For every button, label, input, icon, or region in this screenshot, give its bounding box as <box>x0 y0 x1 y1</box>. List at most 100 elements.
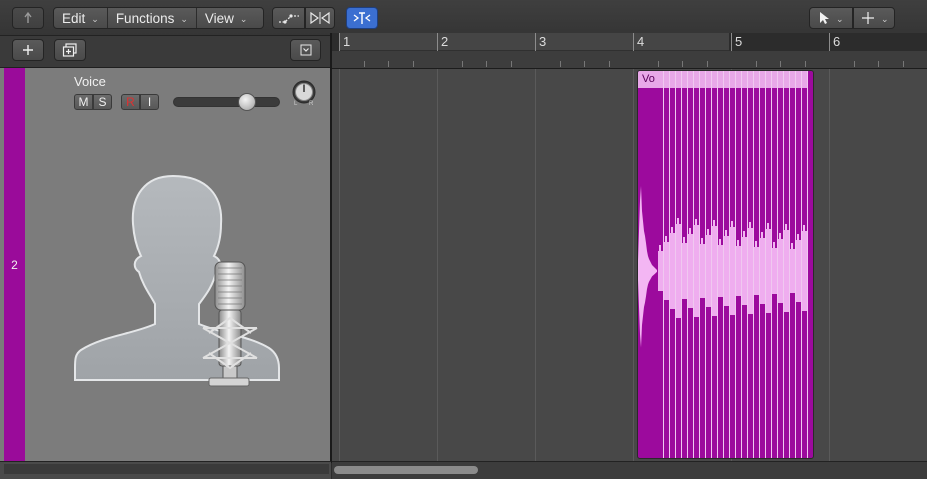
region-slice <box>688 71 694 458</box>
cycle-region-right[interactable] <box>729 33 927 51</box>
region-slice <box>724 71 730 458</box>
functions-menu-label: Functions <box>115 10 175 26</box>
bar-grid-line <box>437 69 438 461</box>
ruler-beat-tick <box>486 61 487 67</box>
horizontal-scrollbar-thumb[interactable] <box>334 466 478 474</box>
ruler-beat-tick <box>804 61 806 67</box>
pointer-tool-menu[interactable]: ⌄ <box>809 7 853 29</box>
ruler-beat-tick <box>608 61 610 67</box>
back-button[interactable] <box>12 7 44 29</box>
ruler-bar-label: 1 <box>343 34 351 49</box>
region-slice <box>790 71 796 458</box>
tracks-area[interactable]: Vo <box>332 69 927 461</box>
region-slice <box>664 71 670 458</box>
automation-curve-icon <box>278 14 299 24</box>
region-slice <box>742 71 748 458</box>
bar-grid-line <box>829 69 830 461</box>
region-slice <box>676 71 682 458</box>
collapse-down-icon <box>300 44 311 56</box>
ruler-bar-tick <box>633 33 634 51</box>
duplicate-track-button[interactable] <box>54 39 86 61</box>
region-slice <box>736 71 742 458</box>
menu-group: Edit ⌄ Functions ⌄ View ⌄ <box>53 7 264 29</box>
region-slice <box>766 71 772 458</box>
region-name: Vo <box>642 73 655 85</box>
pan-right-label: R <box>309 101 314 107</box>
record-enable-button[interactable]: R <box>121 94 140 110</box>
region-slice <box>670 71 676 458</box>
chevron-down-icon: ⌄ <box>180 13 188 24</box>
track-header[interactable]: 2 Voice M S R I L R <box>0 68 331 461</box>
ruler-beat-tick <box>461 61 463 67</box>
collapse-button[interactable] <box>290 39 321 61</box>
cycle-region[interactable] <box>332 33 339 51</box>
ruler-beat-tick <box>584 61 585 67</box>
plus-icon <box>23 45 33 55</box>
add-track-button[interactable] <box>12 39 44 61</box>
edit-menu[interactable]: Edit ⌄ <box>54 8 108 28</box>
crosshair-tool-icon <box>862 12 874 24</box>
ruler-beat-tick <box>706 61 708 67</box>
ruler-beat-tick <box>853 61 855 67</box>
ruler-bar-tick <box>339 33 340 51</box>
track-number: 2 <box>11 258 18 272</box>
ruler-bar-label: 3 <box>539 34 547 49</box>
region-slice <box>730 71 736 458</box>
mute-button[interactable]: M <box>74 94 93 110</box>
chevron-down-icon: ⌄ <box>239 13 248 24</box>
region-slice <box>748 71 754 458</box>
horizontal-scrollbar[interactable] <box>332 461 927 479</box>
region-waveform <box>638 71 808 458</box>
volume-slider[interactable] <box>173 93 280 111</box>
region-slice <box>706 71 712 458</box>
volume-slider-handle[interactable] <box>238 93 256 111</box>
ruler-beat-tick <box>780 61 781 67</box>
pan-knob[interactable]: L R <box>291 80 317 107</box>
ruler-beat-tick <box>412 61 414 67</box>
ruler-bar-label: 6 <box>833 34 841 49</box>
functions-menu[interactable]: Functions ⌄ <box>108 8 197 28</box>
footer-bar <box>4 464 329 474</box>
ruler-beat-tick <box>902 61 904 67</box>
pointer-tool-icon <box>820 12 829 24</box>
automation-button[interactable] <box>272 7 305 29</box>
input-monitor-button[interactable]: I <box>140 94 159 110</box>
view-menu[interactable]: View ⌄ <box>197 8 256 28</box>
region-slice <box>700 71 706 458</box>
ruler-beat-tick <box>388 61 389 67</box>
edit-menu-label: Edit <box>62 10 86 26</box>
ruler-bar-label: 4 <box>637 34 645 49</box>
back-arrow-icon <box>24 11 32 23</box>
chevron-down-icon: ⌄ <box>836 13 844 24</box>
view-menu-label: View <box>204 10 234 26</box>
flex-button[interactable] <box>305 7 335 29</box>
region-slice <box>694 71 700 458</box>
region-slice <box>658 71 664 458</box>
ruler-bar-tick <box>731 33 732 51</box>
region-slice <box>754 71 760 458</box>
ruler-beat-tick <box>363 61 365 67</box>
marquee-tool-menu[interactable]: ⌄ <box>853 7 895 29</box>
ruler-bar-tick <box>829 33 830 51</box>
ruler-bar-label: 2 <box>441 34 449 49</box>
track-name[interactable]: Voice <box>74 74 106 89</box>
track-panel: Voice M S R I L R <box>25 68 330 461</box>
region-slice <box>802 71 808 458</box>
chevron-down-icon: ⌄ <box>881 13 889 24</box>
flex-icon <box>310 11 330 25</box>
catch-playhead-button[interactable] <box>346 7 378 29</box>
ruler-beat-tick <box>657 61 659 67</box>
duplicate-track-icon <box>62 43 77 57</box>
catch-playhead-icon <box>353 12 371 24</box>
chevron-down-icon: ⌄ <box>91 13 99 24</box>
ruler-beat-tick <box>510 61 512 67</box>
audio-region[interactable]: Vo <box>637 70 814 459</box>
bar-grid-line <box>535 69 536 461</box>
ruler-bar-row: 1 2 3 4 5 6 <box>332 33 927 51</box>
solo-button[interactable]: S <box>93 94 112 110</box>
region-slice <box>718 71 724 458</box>
vocalist-microphone-icon <box>74 174 280 387</box>
region-slice <box>760 71 766 458</box>
region-slice <box>638 71 658 348</box>
bar-ruler[interactable]: 1 2 3 4 5 6 <box>332 33 927 69</box>
